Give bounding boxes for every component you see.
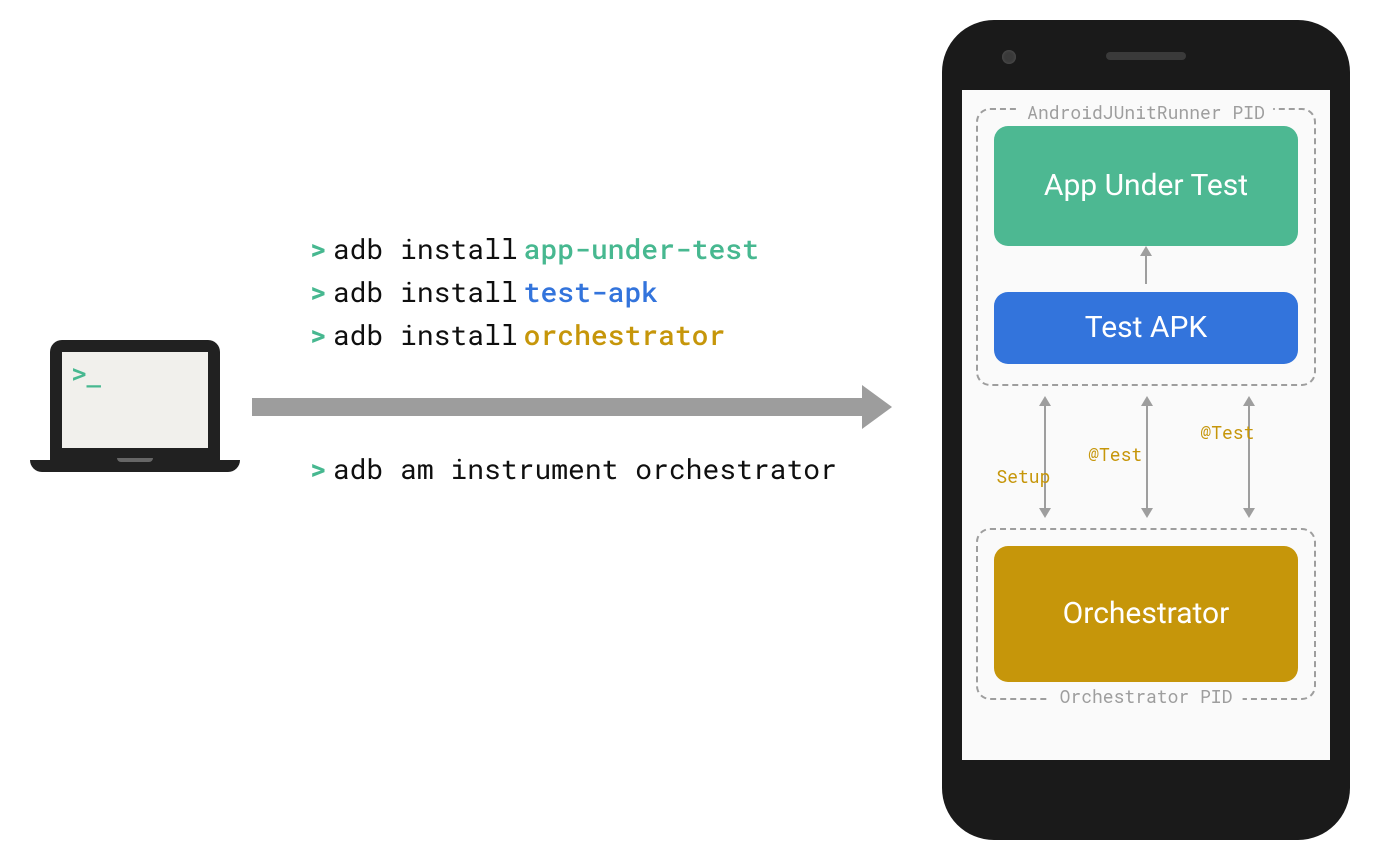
- phone-body: AndroidJUnitRunner PID App Under Test Te…: [942, 20, 1350, 840]
- phone-speaker-icon: [1106, 52, 1186, 60]
- arrow-app-to-test-icon: [1145, 254, 1147, 284]
- orchestrator-block: Orchestrator: [994, 546, 1298, 682]
- arrow-head-icon: [862, 385, 892, 429]
- cmd-install-test: > adb install test-apk: [310, 273, 759, 310]
- cmd-highlight-test: test-apk: [524, 273, 658, 310]
- flow-arrow: [252, 398, 892, 416]
- orchestrator-pid-box: Orchestrator Orchestrator PID: [976, 528, 1316, 700]
- junit-pid-label: AndroidJUnitRunner PID: [1019, 100, 1273, 124]
- laptop-prompt-icon: >_: [72, 360, 101, 388]
- laptop-notch: [117, 458, 153, 462]
- label-test1: @Test: [1088, 442, 1142, 466]
- junit-runner-pid-box: AndroidJUnitRunner PID App Under Test Te…: [976, 108, 1316, 386]
- app-under-test-block: App Under Test: [994, 126, 1298, 246]
- terminal-instrument-command: > adb am instrument orchestrator: [310, 450, 837, 493]
- laptop-illustration: >_: [50, 340, 240, 472]
- cmd-install-orchestrator: > adb install orchestrator: [310, 316, 759, 353]
- cmd-text: adb install: [333, 273, 518, 310]
- prompt-icon: >: [310, 273, 327, 310]
- prompt-icon: >: [310, 316, 327, 353]
- label-test2: @Test: [1200, 420, 1254, 444]
- cmd-install-app: > adb install app-under-test: [310, 230, 759, 267]
- cmd-highlight-app: app-under-test: [524, 230, 759, 267]
- arrow-line: [252, 398, 862, 416]
- cmd-text: adb install: [333, 230, 518, 267]
- cmd-instrument: > adb am instrument orchestrator: [310, 450, 837, 487]
- arrow-test1-icon: [1146, 404, 1148, 510]
- laptop-screen: >_: [62, 352, 208, 448]
- terminal-install-commands: > adb install app-under-test > adb insta…: [310, 230, 759, 359]
- phone-screen: AndroidJUnitRunner PID App Under Test Te…: [962, 90, 1330, 760]
- laptop-base: [30, 460, 240, 472]
- cmd-highlight-orchestrator: orchestrator: [524, 316, 726, 353]
- test-apk-block: Test APK: [994, 292, 1298, 364]
- phone-camera-icon: [1002, 50, 1016, 64]
- laptop-screen-frame: >_: [50, 340, 220, 460]
- cmd-text: adb install: [333, 316, 518, 353]
- prompt-icon: >: [310, 230, 327, 267]
- orchestrator-arrows: Setup @Test @Test: [976, 392, 1316, 522]
- arrow-setup-icon: [1044, 404, 1046, 510]
- cmd-text: adb am instrument orchestrator: [333, 450, 837, 487]
- prompt-icon: >: [310, 450, 327, 487]
- orchestrator-pid-label: Orchestrator PID: [1050, 684, 1243, 708]
- phone-illustration: AndroidJUnitRunner PID App Under Test Te…: [942, 20, 1350, 840]
- label-setup: Setup: [996, 464, 1050, 488]
